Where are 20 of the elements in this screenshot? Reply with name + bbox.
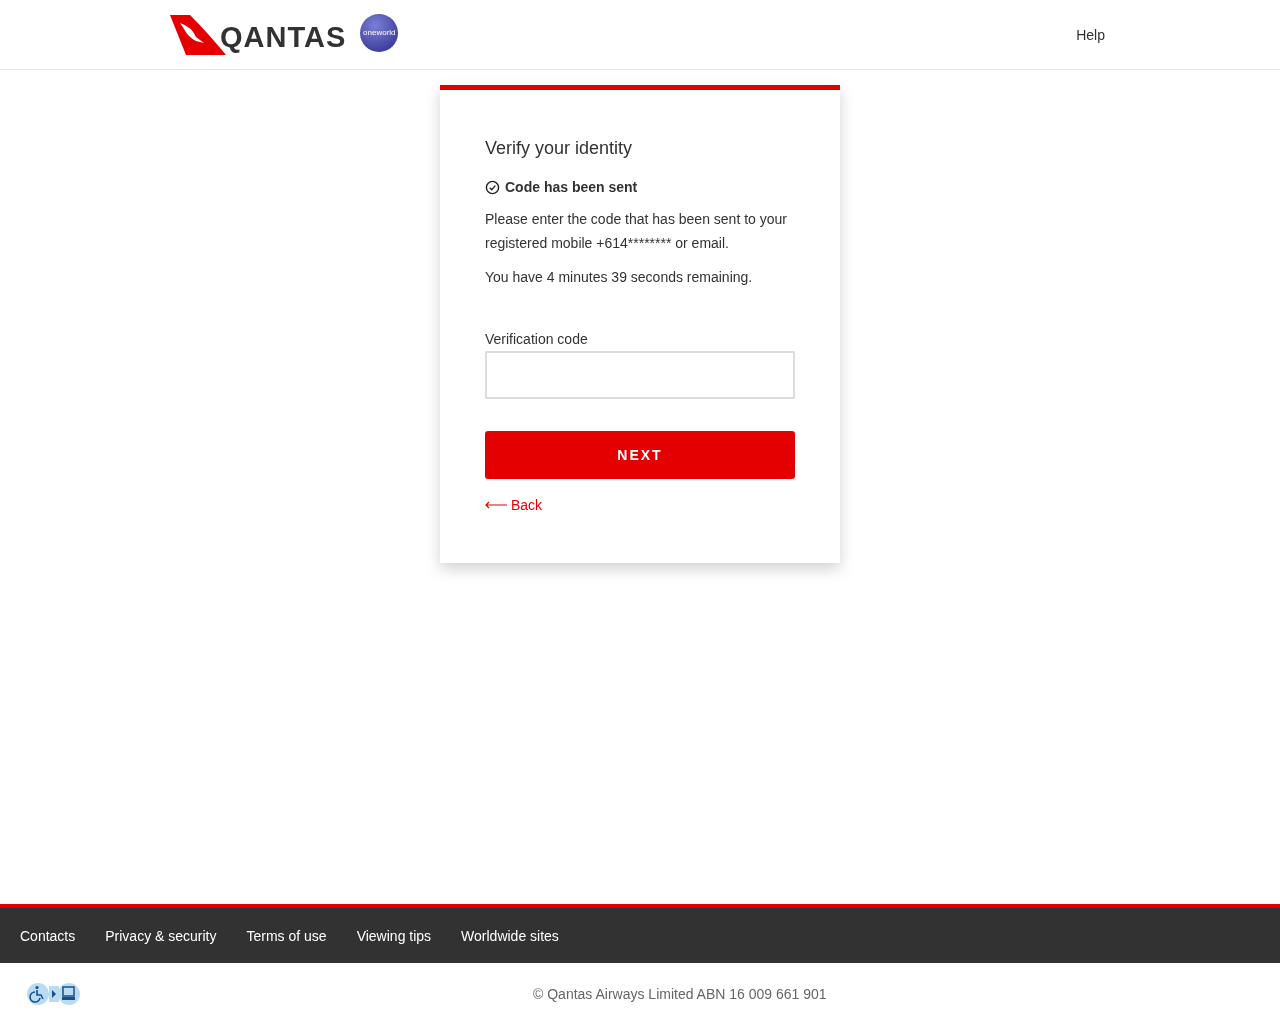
card-title: Verify your identity [485, 138, 634, 159]
footer-link[interactable]: Viewing tips [356, 927, 432, 944]
verification-code-field[interactable] [485, 351, 795, 399]
status-message: Code has been sent [505, 179, 638, 195]
copyright-text: © Qantas Airways Limited ABN 16 009 661 901 [533, 985, 827, 1002]
footer-link[interactable]: Privacy & security [105, 927, 217, 944]
instruction-text: Please enter the code that has been sent to your registered mobile +614******** or email. [485, 210, 788, 253]
footer-link[interactable]: Terms of use [246, 927, 327, 944]
accessibility-icon[interactable] [27, 982, 81, 1005]
left-arrow-icon [485, 501, 507, 509]
check-circle-icon [485, 179, 500, 195]
instruction-text: You have 4 minutes 39 seconds remaining. [485, 268, 754, 287]
footer-link[interactable]: Worldwide sites [461, 927, 559, 944]
logo-wordmark: QANTAS [220, 21, 347, 54]
next-button[interactable]: NEXT [485, 431, 795, 479]
back-link[interactable]: Back [485, 497, 543, 513]
footer-link[interactable]: Contacts [20, 927, 76, 944]
alliance-badge: oneworld [360, 13, 399, 52]
help-link[interactable]: Help [1076, 26, 1105, 43]
field-label: Verification code [485, 331, 589, 347]
